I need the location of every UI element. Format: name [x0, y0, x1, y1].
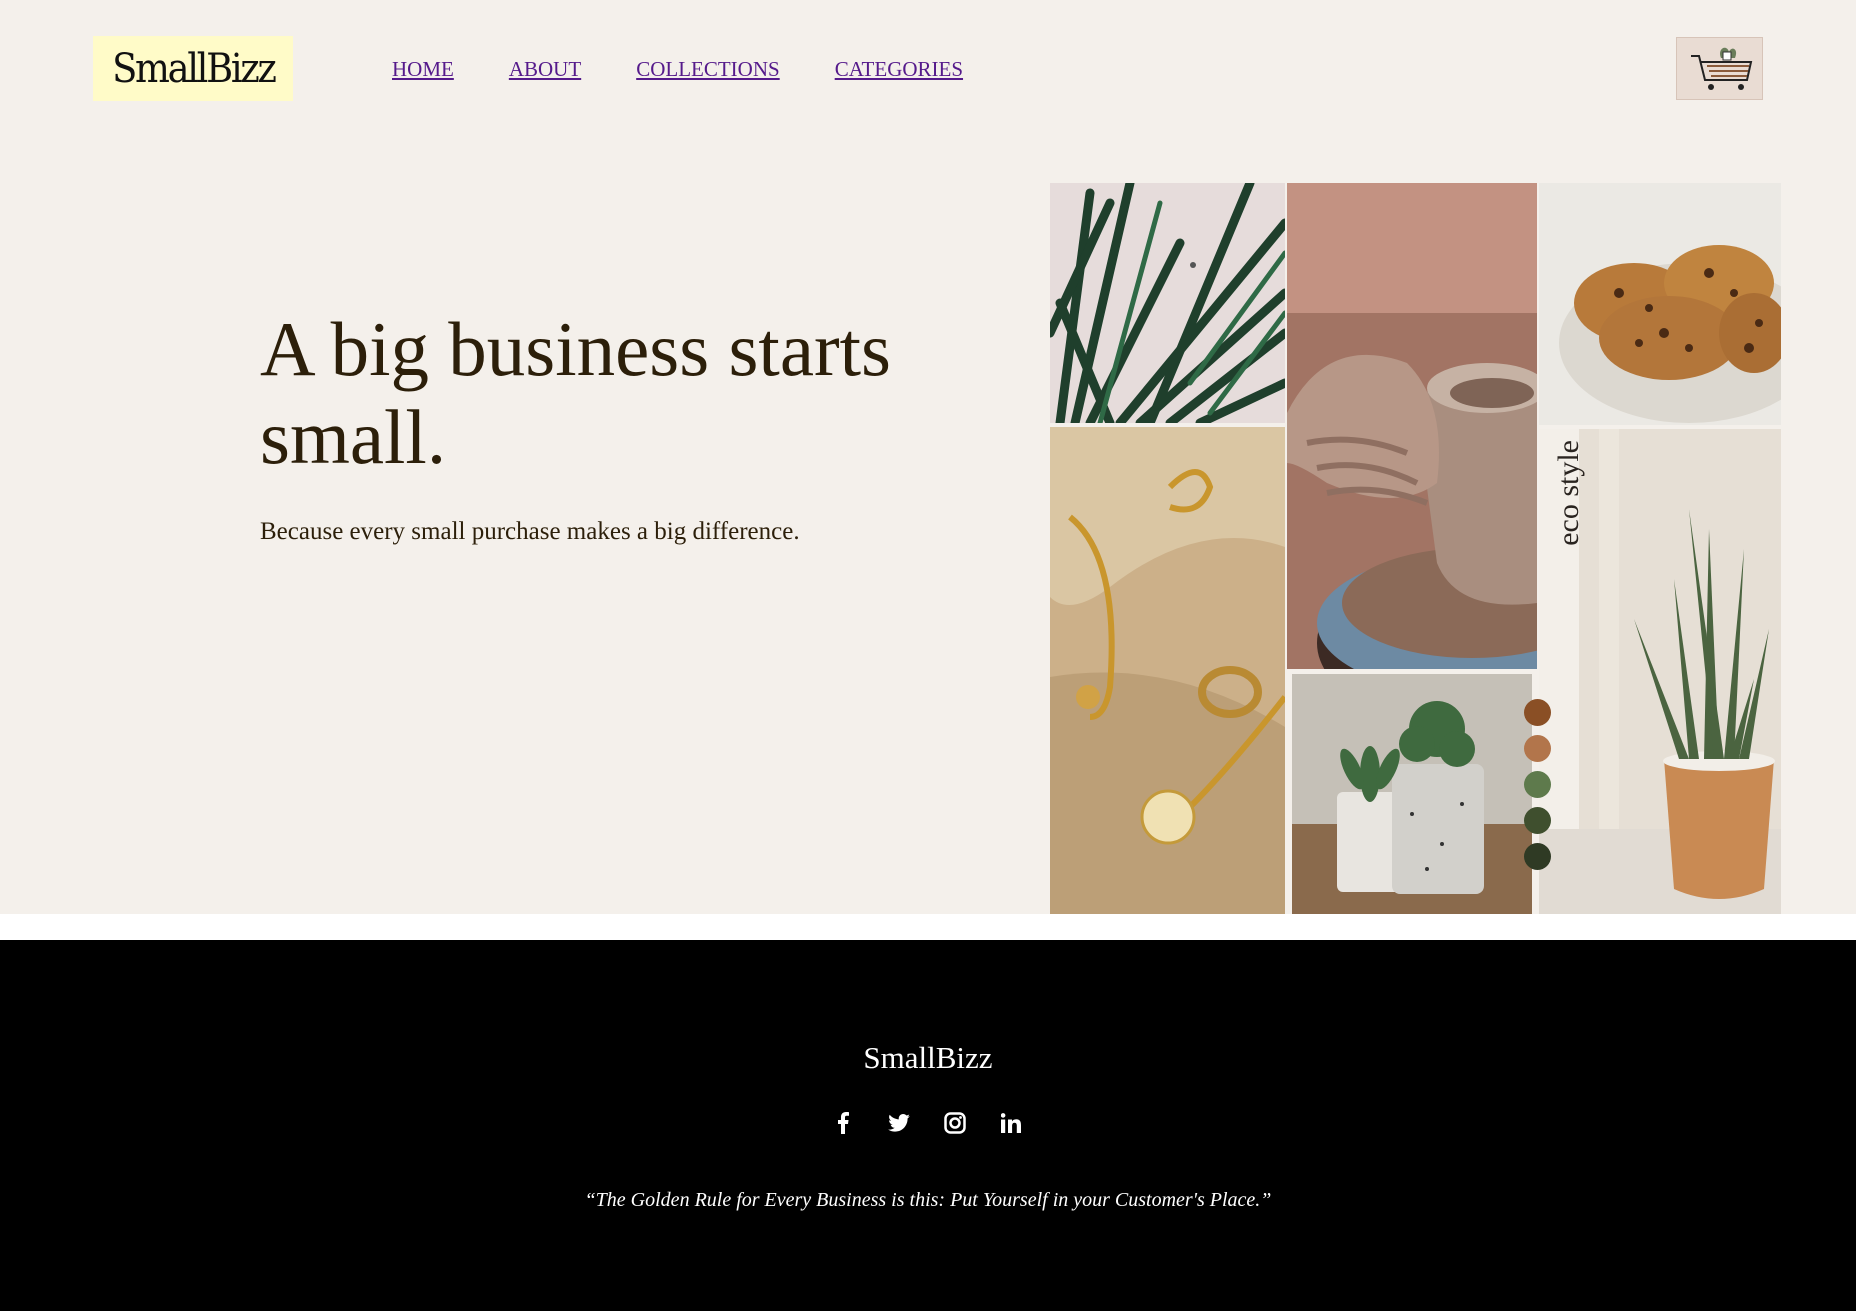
- cookies-image: [1539, 183, 1781, 425]
- twitter-icon[interactable]: [888, 1112, 910, 1134]
- pottery-wheel-image: [1287, 183, 1537, 669]
- brand-logo-text: SmallBizz: [111, 45, 277, 92]
- hero-subtitle: Because every small purchase makes a big…: [260, 518, 800, 545]
- jewelry-image: [1050, 427, 1285, 914]
- instagram-icon[interactable]: [944, 1112, 966, 1134]
- footer-quote: “The Golden Rule for Every Business is t…: [584, 1189, 1272, 1211]
- collage-label: eco style: [1552, 440, 1585, 546]
- palette-swatch-5: [1524, 843, 1551, 870]
- facebook-icon[interactable]: [832, 1112, 854, 1134]
- social-links: [832, 1112, 1022, 1134]
- product-collage: [1050, 183, 1781, 914]
- palette-swatch-3: [1524, 771, 1551, 798]
- nav-categories[interactable]: CATEGORIES: [835, 57, 963, 82]
- footer-brand: SmallBizz: [863, 1040, 993, 1075]
- section-divider: [0, 914, 1856, 940]
- nav-about[interactable]: ABOUT: [509, 57, 581, 82]
- nav-home[interactable]: HOME: [392, 57, 454, 82]
- brand-logo[interactable]: SmallBizz: [93, 36, 293, 101]
- linkedin-icon[interactable]: [1000, 1112, 1022, 1134]
- cart-icon[interactable]: [1676, 37, 1763, 100]
- hero-title: A big business starts small.: [260, 306, 892, 480]
- nav-collections[interactable]: COLLECTIONS: [636, 57, 780, 82]
- palette-swatch-2: [1524, 735, 1551, 762]
- palette-swatch-4: [1524, 807, 1551, 834]
- palette-swatch-1: [1524, 699, 1551, 726]
- palm-leaves-image: [1050, 183, 1285, 423]
- main-nav: HOME ABOUT COLLECTIONS CATEGORIES: [392, 57, 1018, 82]
- succulent-image: [1292, 674, 1532, 914]
